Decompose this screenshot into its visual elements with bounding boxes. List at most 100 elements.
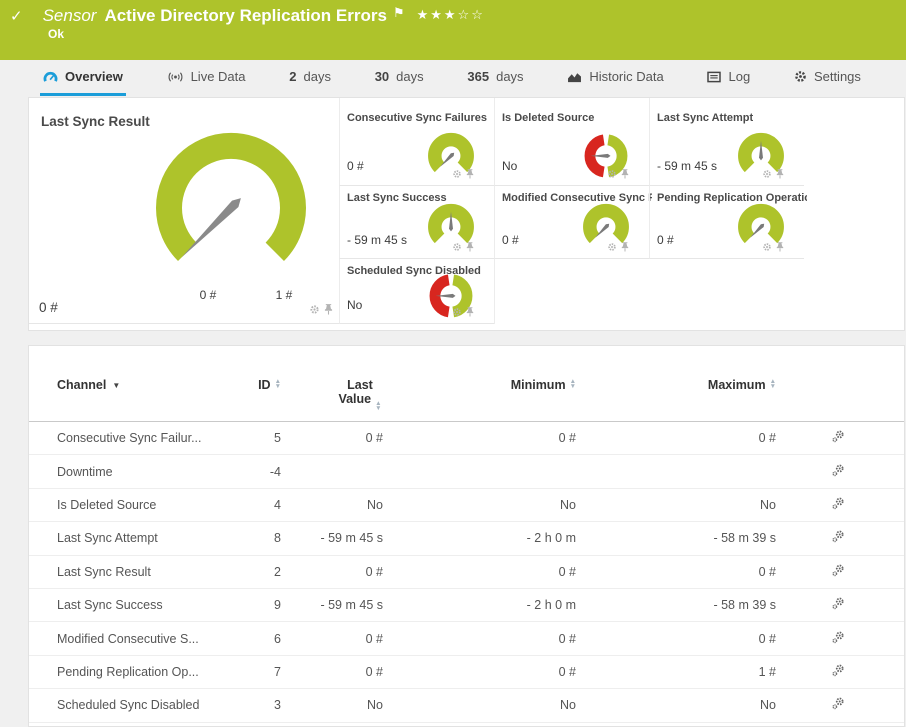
table-header-last-value[interactable]: Last Value ▲ ▼ [281, 378, 383, 412]
gear-icon[interactable] [762, 242, 772, 252]
table-row: Downtime -4 [29, 455, 904, 489]
table-row: Is Deleted Source 4 No No No [29, 489, 904, 523]
sort-icon: ▲ ▼ [569, 378, 576, 390]
tab-bar: Overview Live Data 2 days 30 days 365 da… [0, 60, 906, 96]
id-cell: 5 [274, 431, 281, 446]
maximum-cell: No [760, 497, 776, 512]
maximum-cell: - 58 m 39 s [713, 598, 776, 613]
channel-cell: Pending Replication Op... [57, 664, 199, 679]
flag-icon[interactable]: ⚑ [393, 5, 405, 21]
tab-30-days[interactable]: 30 days [372, 60, 427, 96]
gear-icon[interactable] [607, 169, 617, 179]
table-header-minimum[interactable]: Minimum ▲ ▼ [383, 378, 576, 392]
tab-overview[interactable]: Overview [40, 60, 126, 96]
channel-cell: Last Sync Success [57, 598, 163, 613]
gauge-tile-scheduled-sync-disabled: Scheduled Sync Disabled No [339, 259, 494, 324]
channel-settings-icon[interactable] [832, 597, 845, 610]
tab-number: 30 [374, 69, 390, 84]
gauge-scale-max: 1 # [275, 288, 293, 302]
pin-icon[interactable] [776, 242, 784, 252]
channel-settings-icon[interactable] [832, 464, 845, 477]
id-cell: 2 [274, 564, 281, 579]
last-value-cell: No [367, 698, 383, 713]
tab-live-data[interactable]: Live Data [164, 60, 249, 96]
maximum-cell: - 58 m 39 s [713, 531, 776, 546]
pin-icon[interactable] [466, 242, 474, 252]
sort-icon: ▲ ▼ [769, 378, 776, 390]
pin-icon[interactable] [776, 169, 784, 179]
channel-settings-icon[interactable] [832, 697, 845, 710]
gauge-value: 0 # [657, 233, 674, 247]
channel-settings-icon[interactable] [832, 631, 845, 644]
pin-icon[interactable] [466, 169, 474, 179]
gauge-tile-is-deleted-source: Is Deleted Source No [494, 98, 649, 186]
gauge-title: Is Deleted Source [502, 112, 595, 124]
gauge-tile-last-sync-success: Last Sync Success - 59 m 45 s [339, 186, 494, 259]
area-chart-icon [568, 72, 582, 82]
tab-log[interactable]: Log [704, 60, 753, 96]
table-header-id[interactable]: ID ▲ ▼ [225, 378, 281, 392]
tab-number: 2 [289, 69, 297, 84]
pin-icon[interactable] [621, 169, 629, 179]
last-value-cell: 0 # [365, 431, 383, 446]
tab-historic-data[interactable]: Historic Data [564, 60, 666, 96]
gauge-value: - 59 m 45 s [657, 159, 718, 173]
id-cell: 8 [274, 531, 281, 546]
empty-tile [494, 259, 649, 324]
gauge-value: No [347, 298, 363, 312]
minimum-cell: No [560, 698, 576, 713]
tab-label: days [396, 69, 424, 84]
id-cell: 4 [274, 497, 281, 512]
minimum-cell: 0 # [558, 564, 576, 579]
tab-label: days [303, 69, 331, 84]
gauge-tile-modified-consecutive-sync-failures: Modified Consecutive Sync F... 0 # [494, 186, 652, 259]
column-label: Last Value [338, 378, 373, 406]
channel-settings-icon[interactable] [832, 497, 845, 510]
pin-icon[interactable] [621, 242, 629, 252]
channel-settings-icon[interactable] [832, 430, 845, 443]
channel-settings-icon[interactable] [832, 530, 845, 543]
tab-label: Live Data [190, 69, 246, 84]
last-value-cell: 0 # [365, 564, 383, 579]
gauge-title: Last Sync Result [41, 114, 150, 129]
table-header-maximum[interactable]: Maximum ▲ ▼ [576, 378, 776, 392]
tab-settings[interactable]: Settings [791, 60, 864, 96]
sensor-title: Active Directory Replication Errors [104, 6, 387, 25]
tab-2-days[interactable]: 2 days [286, 60, 334, 96]
pin-icon[interactable] [324, 304, 333, 315]
sensor-header: ✓ Sensor Active Directory Replication Er… [0, 0, 906, 60]
sort-icon: ▲ ▼ [274, 378, 281, 390]
gear-icon[interactable] [452, 242, 462, 252]
gear-icon[interactable] [607, 242, 617, 252]
channel-settings-icon[interactable] [832, 664, 845, 677]
gear-icon[interactable] [309, 304, 320, 315]
gauge [156, 133, 306, 261]
gear-icon[interactable] [762, 169, 772, 179]
gauge-icon [43, 71, 58, 82]
gear-icon[interactable] [452, 307, 462, 317]
id-cell: 9 [274, 598, 281, 613]
sort-caret-icon: ▼ [112, 381, 121, 390]
maximum-cell: 0 # [758, 631, 776, 646]
pin-icon[interactable] [466, 307, 474, 317]
channel-cell: Last Sync Result [57, 564, 151, 579]
table-header-channel[interactable]: Channel ▼ [57, 378, 225, 392]
channel-cell: Is Deleted Source [57, 497, 157, 512]
table-row: Consecutive Sync Failur... 5 0 # 0 # 0 # [29, 422, 904, 456]
table-row: Last Sync Success 9 - 59 m 45 s - 2 h 0 … [29, 589, 904, 623]
minimum-cell: - 2 h 0 m [526, 531, 576, 546]
sort-icon: ▲ ▼ [375, 400, 382, 412]
id-cell: 6 [274, 631, 281, 646]
star-rating[interactable]: ★★★☆☆ [417, 7, 485, 23]
gear-icon[interactable] [452, 169, 462, 179]
table-row: Modified Consecutive S... 6 0 # 0 # 0 # [29, 622, 904, 656]
tab-number: 365 [467, 69, 490, 84]
tab-label: Log [728, 69, 751, 84]
channel-settings-icon[interactable] [832, 564, 845, 577]
tab-365-days[interactable]: 365 days [464, 60, 526, 96]
gauges-panel: Last Sync Result 0 # 1 # 0 # Consecutive… [28, 97, 905, 331]
gauge-tile-pending-replication-operations: Pending Replication Operatio... 0 # [649, 186, 807, 259]
channel-cell: Scheduled Sync Disabled [57, 698, 200, 713]
column-label: Minimum [510, 378, 566, 392]
last-value-cell: No [367, 497, 383, 512]
